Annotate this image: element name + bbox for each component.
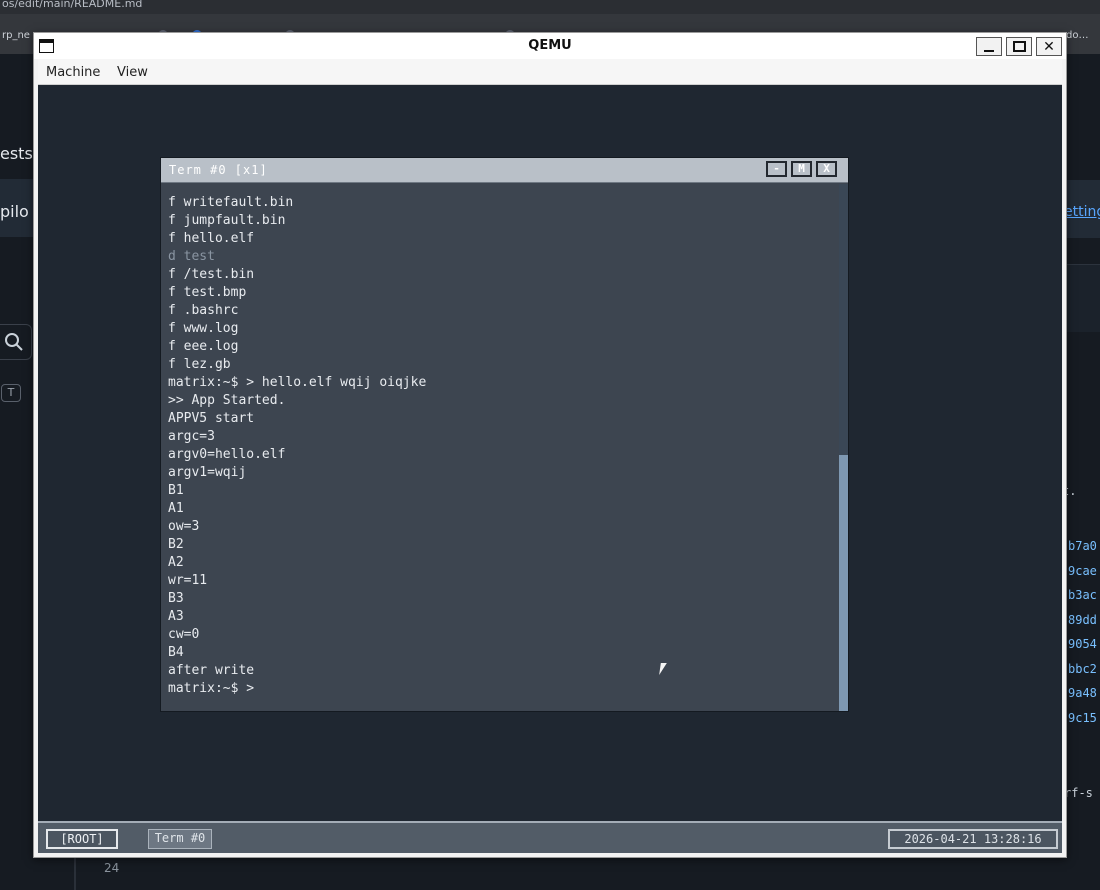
- host-left-panel: ests pilo T: [0, 54, 34, 890]
- terminal-line: after write: [168, 663, 255, 678]
- commit-hash-list: b7a0 9cae b3ac 89dd 9054 bbc2 9a48 9c15: [1068, 534, 1097, 730]
- terminal-output[interactable]: f writefault.bin f jumpfault.bin f hello.e…: [168, 194, 828, 698]
- terminal-line: matrix:~$ >: [168, 681, 255, 696]
- host-right-panel: etting t. b7a0 9cae b3ac 89dd 9054 bbc2 …: [1066, 54, 1100, 890]
- qemu-window: QEMU ✕ Machine View Term #0 [x1] - M X f…: [33, 32, 1067, 858]
- terminal-line: B3: [168, 591, 184, 606]
- taskbar-clock: 2026-04-21 13:28:16: [888, 829, 1058, 849]
- qemu-menubar: Machine View: [38, 59, 1062, 85]
- search-icon: [5, 333, 23, 351]
- terminal-scrollbar-thumb[interactable]: [839, 455, 848, 711]
- minimize-icon: [984, 49, 994, 52]
- terminal-line: B1: [168, 483, 184, 498]
- terminal-minimize-button[interactable]: -: [766, 161, 787, 177]
- terminal-window[interactable]: Term #0 [x1] - M X f writefault.bin f jum…: [160, 157, 849, 712]
- commit-hash[interactable]: b3ac: [1068, 583, 1097, 608]
- line-number: 24: [104, 861, 120, 875]
- commit-hash[interactable]: 89dd: [1068, 608, 1097, 633]
- terminal-line: f eee.log: [168, 339, 239, 354]
- terminal-line: A3: [168, 609, 184, 624]
- terminal-line: d test: [168, 249, 215, 264]
- guest-display[interactable]: Term #0 [x1] - M X f writefault.bin f jum…: [38, 85, 1062, 853]
- host-text: t.: [1066, 484, 1077, 498]
- commit-hash[interactable]: 9cae: [1068, 559, 1097, 584]
- terminal-line: >> App Started.: [168, 393, 286, 408]
- terminal-line: APPV5 start: [168, 411, 255, 426]
- terminal-line: argc=3: [168, 429, 215, 444]
- address-text: os/edit/main/README.md: [2, 0, 143, 10]
- close-button[interactable]: ✕: [1036, 37, 1062, 56]
- terminal-line: A2: [168, 555, 184, 570]
- terminal-line: ow=3: [168, 519, 200, 534]
- commit-hash[interactable]: 9054: [1068, 632, 1097, 657]
- terminal-line: A1: [168, 501, 184, 516]
- bookmark-label[interactable]: rp_ne: [2, 30, 30, 41]
- bookmark-label[interactable]: do…: [1066, 30, 1088, 41]
- editor-gutter: [74, 858, 76, 890]
- terminal-line: f writefault.bin: [168, 195, 294, 210]
- keyboard-shortcut-badge: T: [1, 384, 21, 402]
- root-button[interactable]: [ROOT]: [46, 829, 118, 849]
- commit-hash[interactable]: 9a48: [1068, 681, 1097, 706]
- terminal-line: f jumpfault.bin: [168, 213, 286, 228]
- host-settings-link[interactable]: etting: [1066, 204, 1100, 220]
- menu-view[interactable]: View: [117, 65, 148, 80]
- terminal-close-button[interactable]: X: [816, 161, 837, 177]
- commit-hash[interactable]: bbc2: [1068, 657, 1097, 682]
- commit-hash[interactable]: b7a0: [1068, 534, 1097, 559]
- terminal-line: B4: [168, 645, 184, 660]
- terminal-line: f hello.elf: [168, 231, 255, 246]
- terminal-maximize-button[interactable]: M: [791, 161, 812, 177]
- commit-hash[interactable]: 9c15: [1068, 706, 1097, 731]
- close-icon: ✕: [1043, 38, 1055, 55]
- window-title: QEMU: [528, 38, 572, 53]
- terminal-line: argv1=wqij: [168, 465, 247, 480]
- terminal-line: f .bashrc: [168, 303, 239, 318]
- terminal-line: f lez.gb: [168, 357, 231, 372]
- maximize-icon: [1012, 41, 1026, 52]
- terminal-line: matrix:~$ > hello.elf wqij oiqjke: [168, 375, 427, 390]
- browser-address-bar[interactable]: os/edit/main/README.md: [0, 0, 1100, 14]
- terminal-line: cw=0: [168, 627, 200, 642]
- qemu-titlebar[interactable]: QEMU ✕: [34, 33, 1066, 59]
- host-text: rf-s: [1066, 786, 1093, 800]
- menu-machine[interactable]: Machine: [46, 65, 100, 80]
- terminal-line: B2: [168, 537, 184, 552]
- host-editor-bottom: 24: [34, 858, 1066, 890]
- terminal-line: wr=11: [168, 573, 208, 588]
- terminal-line: argv0=hello.elf: [168, 447, 286, 462]
- taskbar-term-0[interactable]: Term #0: [148, 829, 212, 849]
- host-text: pilo: [0, 202, 29, 221]
- terminal-line: f test.bmp: [168, 285, 247, 300]
- maximize-button[interactable]: [1006, 37, 1032, 56]
- terminal-title: Term #0 [x1]: [169, 163, 268, 177]
- host-strip: [1066, 264, 1100, 332]
- host-search-button[interactable]: [0, 324, 32, 360]
- terminal-line: f /test.bin: [168, 267, 255, 282]
- minimize-button[interactable]: [976, 37, 1002, 56]
- terminal-titlebar[interactable]: Term #0 [x1] - M X: [161, 158, 848, 183]
- host-text: ests: [0, 144, 33, 163]
- guest-taskbar: [ROOT] Term #0 2026-04-21 13:28:16: [38, 821, 1062, 853]
- terminal-line: f www.log: [168, 321, 239, 336]
